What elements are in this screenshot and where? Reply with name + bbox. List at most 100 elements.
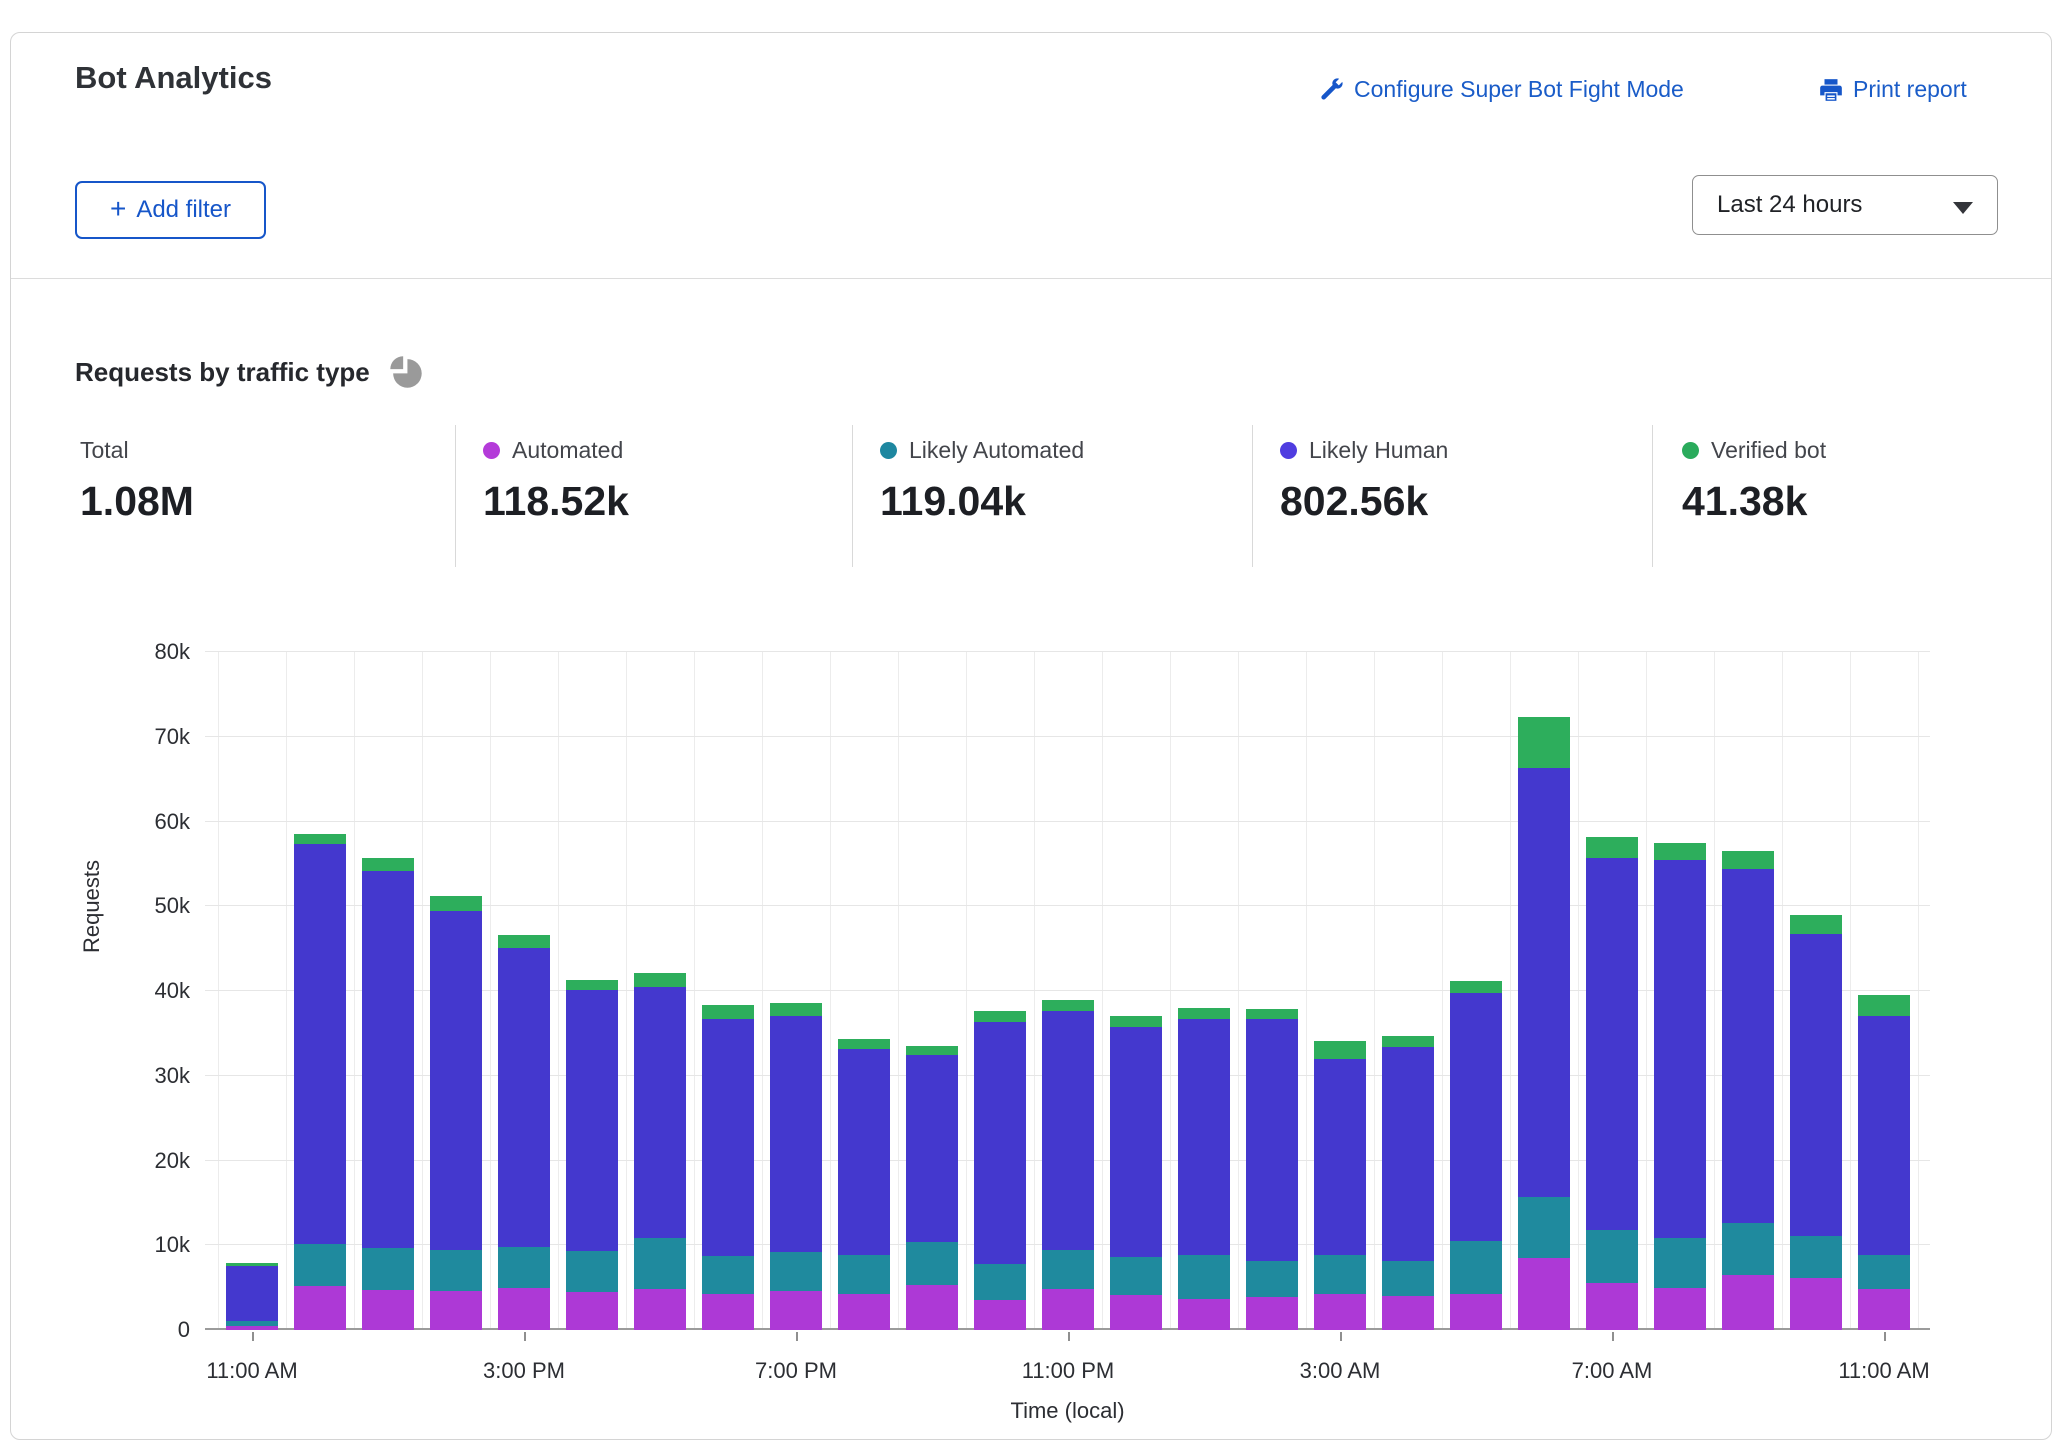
bar-segment-automated[interactable] [1110,1295,1162,1330]
bar-1100pm[interactable] [1042,1000,1094,1331]
bar-500pm[interactable] [634,973,686,1330]
bar-segment-likely-automated[interactable] [770,1252,822,1291]
bar-1000pm[interactable] [974,1011,1026,1330]
bar-800am[interactable] [1654,843,1706,1330]
bar-segment-likely-automated[interactable] [294,1244,346,1286]
bar-500am[interactable] [1450,981,1502,1330]
bar-segment-likely-automated[interactable] [1450,1241,1502,1294]
bar-segment-automated[interactable] [226,1326,278,1330]
bar-segment-verified-bot[interactable] [770,1003,822,1017]
bar-segment-likely-human[interactable] [1654,860,1706,1239]
bar-segment-likely-automated[interactable] [362,1248,414,1290]
bar-segment-automated[interactable] [1450,1294,1502,1330]
bar-segment-verified-bot[interactable] [1450,981,1502,993]
bar-1000am[interactable] [1790,915,1842,1330]
bar-400am[interactable] [1382,1036,1434,1330]
bar-segment-automated[interactable] [1654,1288,1706,1330]
bar-segment-likely-human[interactable] [974,1022,1026,1264]
bar-segment-automated[interactable] [1518,1258,1570,1330]
bar-segment-verified-bot[interactable] [702,1005,754,1019]
bar-segment-likely-automated[interactable] [1722,1223,1774,1275]
bar-segment-verified-bot[interactable] [1178,1008,1230,1019]
bar-segment-likely-human[interactable] [1314,1059,1366,1255]
bar-segment-likely-automated[interactable] [838,1255,890,1295]
bar-segment-verified-bot[interactable] [974,1011,1026,1021]
bar-segment-verified-bot[interactable] [1246,1009,1298,1019]
bar-segment-verified-bot[interactable] [906,1046,958,1055]
bar-segment-likely-automated[interactable] [1654,1238,1706,1287]
bar-segment-likely-human[interactable] [226,1266,278,1321]
bar-segment-likely-human[interactable] [770,1016,822,1252]
bar-segment-automated[interactable] [770,1291,822,1330]
bar-segment-verified-bot[interactable] [430,896,482,911]
bar-1200am[interactable] [1110,1016,1162,1330]
bar-segment-likely-human[interactable] [1722,869,1774,1223]
bar-segment-likely-automated[interactable] [974,1264,1026,1300]
bar-segment-automated[interactable] [634,1289,686,1330]
bar-segment-likely-human[interactable] [1450,993,1502,1241]
bar-segment-automated[interactable] [498,1288,550,1330]
bar-segment-likely-human[interactable] [430,911,482,1249]
bar-segment-likely-human[interactable] [702,1019,754,1256]
bar-segment-verified-bot[interactable] [1858,995,1910,1015]
bar-segment-automated[interactable] [974,1300,1026,1331]
bar-segment-likely-automated[interactable] [1586,1230,1638,1283]
bar-600am[interactable] [1518,717,1570,1330]
bar-segment-automated[interactable] [906,1285,958,1330]
bar-segment-likely-human[interactable] [634,987,686,1239]
bar-segment-verified-bot[interactable] [1382,1036,1434,1047]
bar-segment-likely-human[interactable] [1790,934,1842,1236]
bar-segment-likely-human[interactable] [1518,768,1570,1197]
bar-900am[interactable] [1722,851,1774,1330]
bar-segment-likely-automated[interactable] [1790,1236,1842,1278]
bar-segment-likely-human[interactable] [362,871,414,1248]
bar-300pm[interactable] [498,935,550,1330]
bar-300am[interactable] [1314,1041,1366,1330]
bar-900pm[interactable] [906,1046,958,1330]
bar-segment-likely-automated[interactable] [498,1247,550,1289]
bar-segment-likely-automated[interactable] [702,1256,754,1293]
bar-segment-likely-human[interactable] [838,1049,890,1254]
bar-segment-likely-human[interactable] [294,844,346,1244]
bar-segment-verified-bot[interactable] [498,935,550,948]
bar-segment-automated[interactable] [702,1294,754,1330]
bar-segment-verified-bot[interactable] [1790,915,1842,934]
bar-segment-likely-automated[interactable] [566,1251,618,1292]
bar-segment-verified-bot[interactable] [566,980,618,990]
bar-segment-verified-bot[interactable] [362,858,414,871]
bar-segment-likely-automated[interactable] [1178,1255,1230,1299]
bar-segment-automated[interactable] [1722,1275,1774,1330]
bar-segment-automated[interactable] [1586,1283,1638,1330]
add-filter-button[interactable]: + Add filter [75,181,266,239]
bar-1100am[interactable] [226,1263,278,1330]
bar-segment-likely-automated[interactable] [1042,1250,1094,1289]
bar-segment-likely-automated[interactable] [1314,1255,1366,1294]
bar-800pm[interactable] [838,1039,890,1330]
bar-100pm[interactable] [362,858,414,1330]
print-report-link[interactable]: Print report [1818,76,1967,103]
bar-segment-likely-automated[interactable] [430,1250,482,1292]
bar-segment-verified-bot[interactable] [1518,717,1570,768]
bar-segment-automated[interactable] [294,1286,346,1330]
configure-super-bot-fight-mode-link[interactable]: Configure Super Bot Fight Mode [1318,76,1684,103]
bar-segment-verified-bot[interactable] [838,1039,890,1049]
bar-segment-automated[interactable] [1246,1297,1298,1330]
bar-segment-verified-bot[interactable] [1586,837,1638,858]
time-range-select[interactable]: Last 24 hours [1692,175,1998,235]
bar-segment-likely-automated[interactable] [1858,1255,1910,1290]
bar-segment-likely-human[interactable] [566,990,618,1251]
bar-segment-automated[interactable] [1858,1289,1910,1330]
bar-segment-verified-bot[interactable] [1314,1041,1366,1059]
bar-segment-automated[interactable] [1178,1299,1230,1330]
bar-segment-likely-human[interactable] [1382,1047,1434,1261]
bar-segment-likely-human[interactable] [1858,1016,1910,1255]
bar-segment-automated[interactable] [362,1290,414,1330]
bar-segment-automated[interactable] [838,1294,890,1330]
bar-600pm[interactable] [702,1005,754,1330]
bar-segment-automated[interactable] [430,1291,482,1330]
bar-segment-likely-automated[interactable] [906,1242,958,1285]
bar-segment-verified-bot[interactable] [1110,1016,1162,1026]
bar-segment-verified-bot[interactable] [294,834,346,844]
bar-segment-automated[interactable] [1382,1296,1434,1330]
bar-100am[interactable] [1178,1008,1230,1330]
